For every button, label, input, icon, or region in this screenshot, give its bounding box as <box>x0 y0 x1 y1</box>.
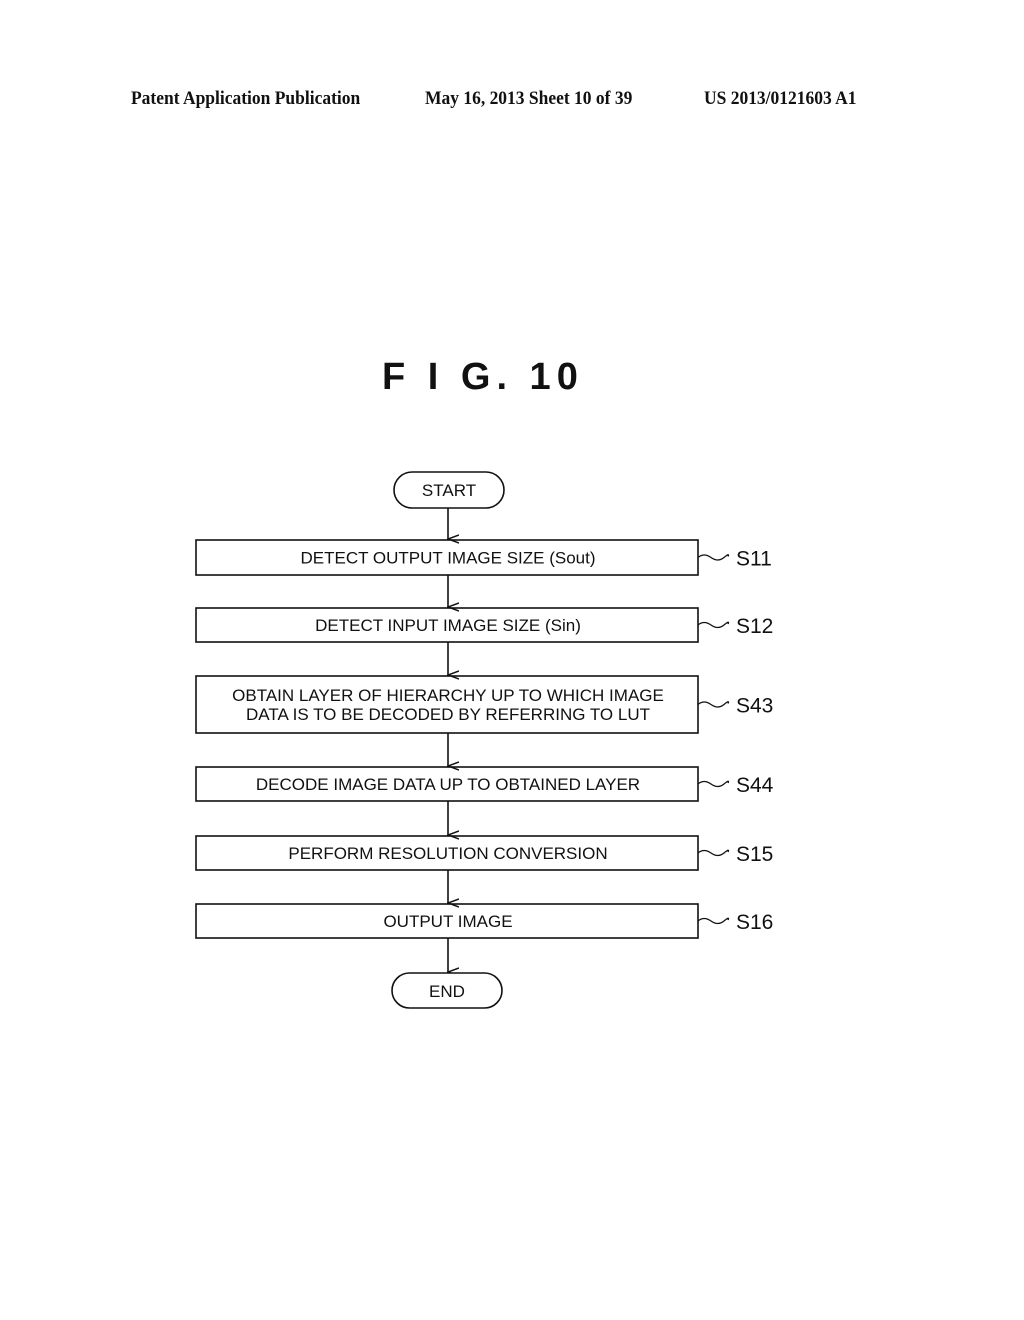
step-number: S11 <box>736 548 772 571</box>
step-number: S16 <box>736 911 773 934</box>
step-text: OUTPUT IMAGE <box>383 912 512 931</box>
step-text: PERFORM RESOLUTION CONVERSION <box>288 844 607 863</box>
start-label: START <box>422 481 476 500</box>
step-text: DECODE IMAGE DATA UP TO OBTAINED LAYER <box>256 775 640 794</box>
step-s11: DETECT OUTPUT IMAGE SIZE (Sout) S11 <box>195 539 772 576</box>
step-number: S43 <box>736 695 773 718</box>
leader-tilde-icon <box>697 849 730 857</box>
step-number: S12 <box>736 615 773 638</box>
leader-tilde-icon <box>697 780 730 788</box>
end-label: END <box>429 982 465 1001</box>
step-s12: DETECT INPUT IMAGE SIZE (Sin) S12 <box>195 607 773 643</box>
leader-tilde-icon <box>697 701 730 708</box>
step-s44: DECODE IMAGE DATA UP TO OBTAINED LAYER S4… <box>195 766 774 802</box>
step-s15: PERFORM RESOLUTION CONVERSION S15 <box>195 835 773 871</box>
step-text: DETECT INPUT IMAGE SIZE (Sin) <box>315 616 581 635</box>
leader-tilde-icon <box>697 917 730 925</box>
end-terminal: END <box>391 972 503 1009</box>
step-number: S15 <box>736 843 773 866</box>
start-terminal: START <box>393 471 505 509</box>
step-text: DETECT OUTPUT IMAGE SIZE (Sout) <box>300 549 595 568</box>
step-text: OBTAIN LAYER OF HIERARCHY UP TO WHICH IM… <box>232 686 664 705</box>
step-number: S44 <box>736 774 774 797</box>
flowchart: START DETECT OUTPUT IMAGE SIZE (Sout) S11… <box>195 471 774 1009</box>
leader-tilde-icon <box>697 554 730 561</box>
step-s16: OUTPUT IMAGE S16 <box>195 903 773 939</box>
step-text: DATA IS TO BE DECODED BY REFERRING TO LU… <box>246 705 650 724</box>
leader-tilde-icon <box>697 621 730 629</box>
step-s43: OBTAIN LAYER OF HIERARCHY UP TO WHICH IM… <box>195 675 773 734</box>
